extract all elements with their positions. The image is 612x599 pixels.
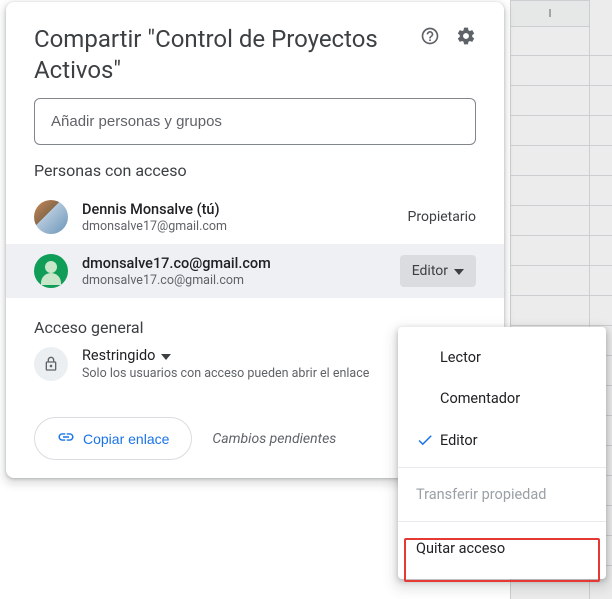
person-row: Dennis Monsalve (tú) dmonsalve17@gmail.c… [6,190,504,244]
people-section-title: Personas con acceso [6,161,504,180]
person-name: dmonsalve17.co@gmail.com [82,255,400,272]
role-option-commenter[interactable]: Comentador [398,378,606,419]
person-row: dmonsalve17.co@gmail.com dmonsalve17.co@… [6,244,504,298]
caret-down-icon [161,347,171,364]
pending-changes-label: Cambios pendientes [212,430,336,448]
general-access-sub: Solo los usuarios con acceso pueden abri… [82,366,369,381]
divider [398,467,606,468]
role-option-viewer[interactable]: Lector [398,337,606,378]
check-icon [416,431,440,449]
role-dropdown-trigger[interactable]: Editor [400,255,476,287]
person-email: dmonsalve17@gmail.com [82,219,408,234]
dialog-title: Compartir "Control de Proyectos Activos" [34,24,420,86]
link-icon [57,428,75,449]
caret-down-icon [454,263,464,279]
avatar [34,200,68,234]
add-people-input[interactable] [34,98,476,145]
lock-icon [34,347,68,381]
copy-link-label: Copiar enlace [83,431,169,447]
person-name: Dennis Monsalve (tú) [82,201,408,218]
remove-access-option[interactable]: Quitar acceso [398,528,606,569]
role-dropdown-menu: Lector Comentador Editor Transferir prop… [398,327,606,579]
divider [398,521,606,522]
copy-link-button[interactable]: Copiar enlace [34,417,192,460]
role-label-owner: Propietario [408,209,476,225]
help-icon[interactable] [420,26,440,50]
gear-icon[interactable] [456,26,476,50]
avatar [34,254,68,288]
person-email: dmonsalve17.co@gmail.com [82,273,400,288]
role-dropdown-label: Editor [412,263,448,279]
general-access-dropdown[interactable]: Restringido [82,347,369,364]
transfer-ownership-option: Transferir propiedad [398,474,606,515]
role-option-editor[interactable]: Editor [398,419,606,461]
